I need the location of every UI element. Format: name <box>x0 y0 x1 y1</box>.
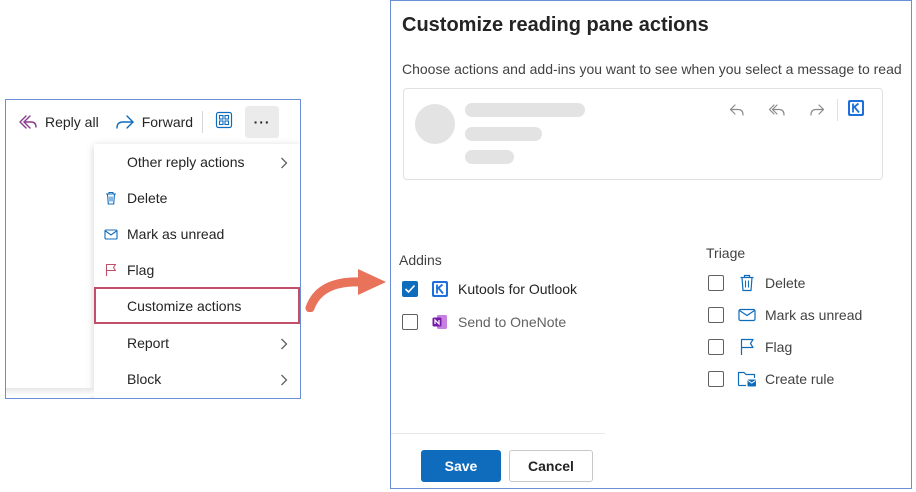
flag-icon <box>104 263 118 277</box>
forward-label: Forward <box>141 114 194 130</box>
triage-flag-row[interactable]: Flag <box>708 337 792 357</box>
menu-item-label: Delete <box>127 190 168 206</box>
preview-divider <box>837 99 838 121</box>
addin-label: Send to OneNote <box>458 314 567 330</box>
chevron-right-icon <box>280 373 288 389</box>
preview-action-icons <box>717 99 864 121</box>
kutools-icon <box>430 279 450 299</box>
outlook-message-toolbar-panel: Reply all Forward ··· Other reply action… <box>5 99 301 399</box>
trash-icon <box>737 273 757 293</box>
menu-item-block[interactable]: Block <box>94 361 300 397</box>
more-actions-menu: Other reply actions Delete Mark as unrea… <box>94 144 300 398</box>
triage-create-rule-checkbox[interactable] <box>708 371 724 387</box>
apps-grid-icon <box>215 111 233 134</box>
reply-all-icon <box>18 113 38 131</box>
chevron-right-icon <box>280 337 288 353</box>
addin-onenote-checkbox[interactable] <box>402 314 418 330</box>
reply-icon <box>717 99 757 121</box>
toolbar-divider <box>202 111 204 133</box>
avatar-placeholder <box>415 104 455 144</box>
menu-item-label: Mark as unread <box>127 226 225 242</box>
placeholder-line <box>465 103 585 117</box>
menu-item-label: Other reply actions <box>127 154 245 170</box>
envelope-icon <box>737 305 757 325</box>
apps-button[interactable] <box>209 107 239 137</box>
menu-item-report[interactable]: Report <box>94 325 300 361</box>
triage-delete-row[interactable]: Delete <box>708 273 805 293</box>
triage-mark-unread-row[interactable]: Mark as unread <box>708 305 862 325</box>
save-button[interactable]: Save <box>421 450 501 482</box>
more-actions-button[interactable]: ··· <box>245 106 280 138</box>
menu-item-delete[interactable]: Delete <box>94 180 300 216</box>
menu-item-label: Flag <box>127 262 155 278</box>
triage-create-rule-row[interactable]: Create rule <box>708 369 834 389</box>
more-actions-label: ··· <box>253 114 271 130</box>
pointer-arrow <box>300 262 390 317</box>
reply-all-button[interactable]: Reply all <box>15 107 102 137</box>
triage-delete-checkbox[interactable] <box>708 275 724 291</box>
footer-divider <box>391 433 605 434</box>
addin-onenote-row[interactable]: Send to OneNote <box>402 312 566 332</box>
customize-reading-pane-dialog: Customize reading pane actions Choose ac… <box>390 0 912 489</box>
forward-button[interactable]: Forward <box>112 107 196 137</box>
menu-item-flag[interactable]: Flag <box>94 252 300 288</box>
trash-icon <box>104 191 118 205</box>
menu-item-other-reply-actions[interactable]: Other reply actions <box>94 144 300 180</box>
dialog-description: Choose actions and add-ins you want to s… <box>402 61 902 77</box>
addin-kutools-checkbox[interactable] <box>402 281 418 297</box>
reply-all-icon <box>757 99 797 121</box>
menu-item-label: Customize actions <box>127 297 242 314</box>
addin-label: Kutools for Outlook <box>458 281 578 297</box>
envelope-icon <box>104 227 118 241</box>
onenote-icon <box>430 312 450 332</box>
chevron-right-icon <box>280 156 288 172</box>
triage-heading: Triage <box>706 245 746 261</box>
triage-label: Create rule <box>765 371 835 387</box>
menu-item-customize-actions[interactable]: Customize actions <box>94 287 300 324</box>
placeholder-line <box>465 150 514 164</box>
forward-icon <box>797 99 837 121</box>
triage-label: Delete <box>765 275 806 291</box>
addin-kutools-row[interactable]: Kutools for Outlook <box>402 279 577 299</box>
triage-label: Mark as unread <box>765 307 863 323</box>
cancel-button[interactable]: Cancel <box>509 450 593 482</box>
addins-heading: Addins <box>399 252 442 268</box>
message-toolbar: Reply all Forward ··· <box>6 100 286 144</box>
menu-item-label: Report <box>127 335 170 351</box>
kutools-icon <box>848 99 864 121</box>
dialog-title: Customize reading pane actions <box>402 14 709 36</box>
reply-all-label: Reply all <box>45 114 99 130</box>
placeholder-line <box>465 127 542 141</box>
triage-mark-unread-checkbox[interactable] <box>708 307 724 323</box>
reading-pane-edge <box>6 388 94 396</box>
triage-label: Flag <box>765 339 793 355</box>
flag-icon <box>737 337 757 357</box>
triage-flag-checkbox[interactable] <box>708 339 724 355</box>
folder-rule-icon <box>737 369 757 389</box>
reading-pane-preview <box>403 88 883 180</box>
menu-item-mark-as-unread[interactable]: Mark as unread <box>94 216 300 252</box>
menu-item-label: Block <box>127 371 162 387</box>
forward-icon <box>115 113 135 131</box>
